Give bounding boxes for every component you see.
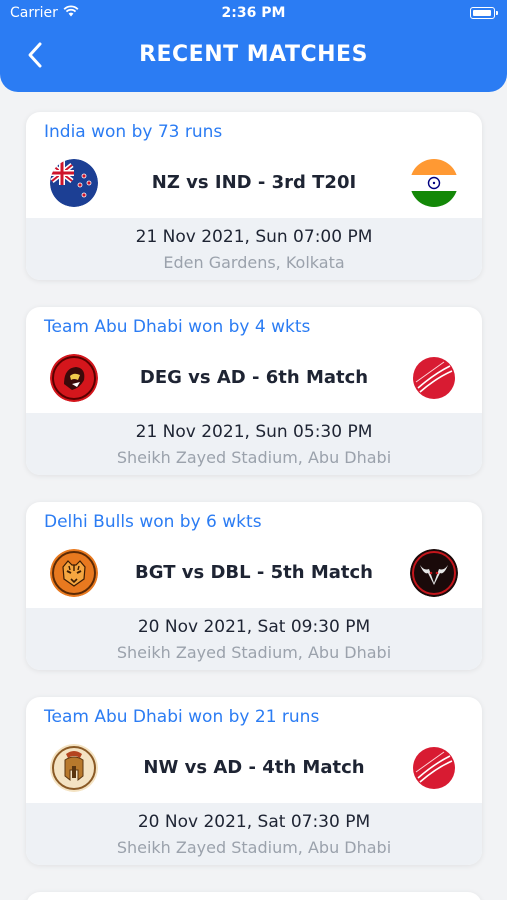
match-venue: Eden Gardens, Kolkata <box>163 253 345 272</box>
battery-icon <box>470 7 498 19</box>
new-zealand-flag-icon <box>50 159 98 207</box>
match-datetime: 21 Nov 2021, Sun 07:00 PM <box>135 227 373 247</box>
match-venue: Sheikh Zayed Stadium, Abu Dhabi <box>116 448 392 467</box>
match-datetime: 21 Nov 2021, Sun 05:30 PM <box>135 422 373 442</box>
status-time: 2:36 PM <box>221 5 286 21</box>
cricket-ball-icon <box>410 744 458 792</box>
match-title: BGT vs DBL - 5th Match <box>135 562 373 583</box>
match-card[interactable]: Team Abu Dhabi won by 4 wkts DEG vs AD -… <box>26 307 482 475</box>
match-card[interactable]: Delhi Bulls won by 6 wkts BGT vs DBL - 5… <box>26 502 482 670</box>
match-title: DEG vs AD - 6th Match <box>139 367 369 388</box>
match-card[interactable]: Team Abu Dhabi won by 21 runs NW vs AD -… <box>26 697 482 865</box>
match-datetime: 20 Nov 2021, Sat 07:30 PM <box>137 812 371 832</box>
match-info: 20 Nov 2021, Sat 09:30 PM Sheikh Zayed S… <box>26 608 482 670</box>
tiger-logo-icon <box>50 549 98 597</box>
match-result: India won by 73 runs <box>44 122 223 142</box>
india-flag-icon <box>410 159 458 207</box>
match-info: 20 Nov 2021, Sat 07:30 PM Sheikh Zayed S… <box>26 803 482 865</box>
match-info: 21 Nov 2021, Sun 05:30 PM Sheikh Zayed S… <box>26 413 482 475</box>
match-list: India won by 73 runs NZ vs IND - 3rd T20… <box>26 112 482 900</box>
match-info: 21 Nov 2021, Sun 07:00 PM Eden Gardens, … <box>26 218 482 280</box>
page-title: RECENT MATCHES <box>139 42 368 67</box>
match-card-partial[interactable] <box>26 892 482 900</box>
match-title: NW vs AD - 4th Match <box>143 757 365 778</box>
match-venue: Sheikh Zayed Stadium, Abu Dhabi <box>116 838 392 857</box>
match-result: Team Abu Dhabi won by 4 wkts <box>44 317 311 337</box>
match-result: Delhi Bulls won by 6 wkts <box>44 512 262 532</box>
match-result: Team Abu Dhabi won by 21 runs <box>44 707 320 727</box>
match-card[interactable]: India won by 73 runs NZ vs IND - 3rd T20… <box>26 112 482 280</box>
match-title: NZ vs IND - 3rd T20I <box>151 172 357 193</box>
warrior-helmet-logo-icon <box>50 744 98 792</box>
match-venue: Sheikh Zayed Stadium, Abu Dhabi <box>116 643 392 662</box>
status-bar: Carrier 2:36 PM <box>0 0 507 28</box>
cricket-ball-icon <box>410 354 458 402</box>
match-datetime: 20 Nov 2021, Sat 09:30 PM <box>137 617 371 637</box>
app-header: Carrier 2:36 PM RECENT MATCHES <box>0 0 507 92</box>
deg-team-logo-icon <box>50 354 98 402</box>
bull-logo-icon <box>410 549 458 597</box>
